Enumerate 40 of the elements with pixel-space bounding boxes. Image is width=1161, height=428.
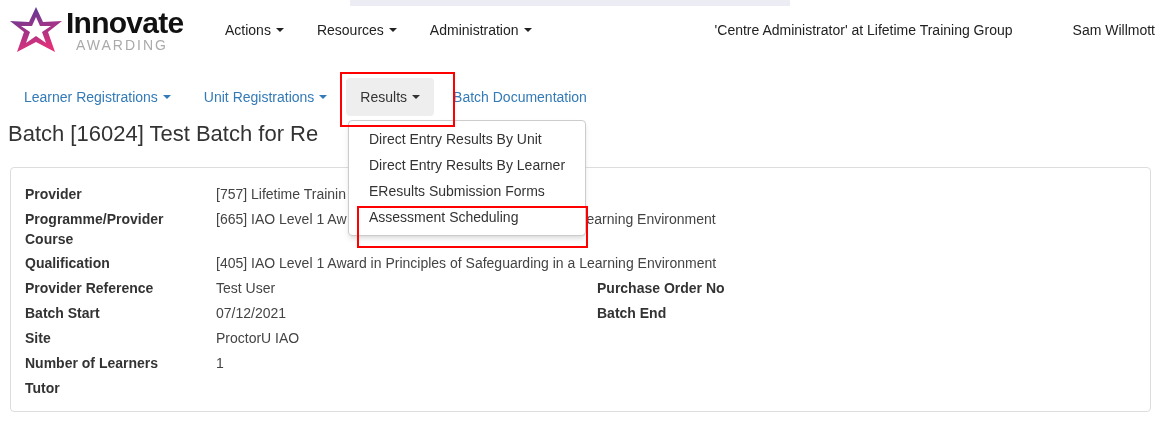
dropdown-menu-item[interactable]: EResults Submission Forms [349, 178, 585, 204]
field-label: Batch End [597, 304, 668, 323]
page-title: Batch [16024] Test Batch for Re [8, 120, 319, 147]
subnav-tab[interactable]: Results [346, 78, 435, 116]
logo-wordmark: Innovate [66, 8, 184, 38]
dropdown-menu-item[interactable]: Direct Entry Results By Learner [349, 152, 585, 178]
field-label: Programme/Provider Course [25, 210, 165, 249]
subnav-tab[interactable]: Learner Registrations [10, 78, 185, 116]
field-value: Test User [216, 279, 276, 298]
field-value: [405] IAO Level 1 Award in Principles of Safeguarding in a Learning Environment [216, 254, 717, 273]
field-label: Qualification [25, 254, 111, 273]
field-label: Site [25, 329, 52, 348]
nav-menu-item[interactable]: Actions [225, 19, 284, 41]
star-logo-icon [8, 5, 64, 55]
user-menu[interactable]: Sam Willmott [1072, 19, 1155, 41]
caret-icon [162, 95, 171, 99]
dropdown-menu-item[interactable]: Direct Entry Results By Unit [349, 126, 585, 152]
field-label: Provider [25, 185, 83, 204]
caret-icon [319, 95, 328, 99]
caret-icon [388, 28, 397, 32]
field-label: Number of Learners [25, 354, 160, 373]
role-text: 'Centre Administrator' at Lifetime Training Group [714, 20, 1013, 40]
field-value: 1 [216, 354, 224, 373]
field-value: 07/12/2021 [216, 304, 287, 323]
field-value: earning Environment [586, 210, 716, 229]
subnav-tab[interactable]: Unit Registrations [189, 78, 342, 116]
field-label: Purchase Order No [597, 279, 726, 298]
caret-icon [412, 95, 421, 99]
field-value: ProctorU IAO [216, 329, 300, 348]
field-value: [665] IAO Level 1 Aw [216, 210, 347, 229]
nav-menu-item[interactable]: Administration [429, 19, 532, 41]
field-value: [757] Lifetime Trainin [216, 185, 346, 204]
field-label: Provider Reference [25, 279, 155, 298]
caret-icon [275, 28, 284, 32]
field-label: Tutor [25, 379, 61, 398]
nav-menu-item[interactable]: Resources [316, 19, 397, 41]
field-label: Batch Start [25, 304, 101, 323]
caret-icon [523, 28, 532, 32]
dropdown-menu-item[interactable]: Assessment Scheduling [349, 204, 585, 230]
logo-tagline: AWARDING [76, 38, 169, 52]
